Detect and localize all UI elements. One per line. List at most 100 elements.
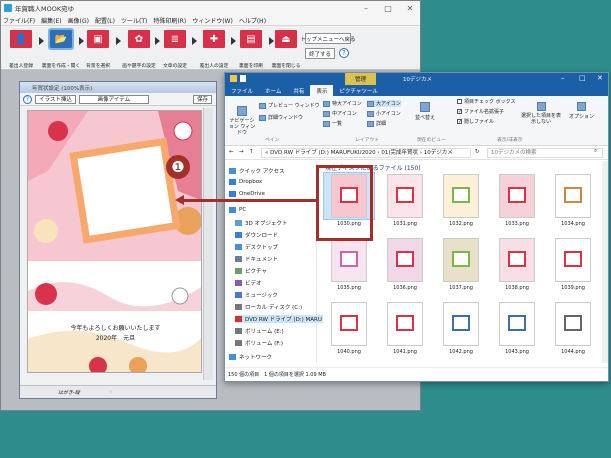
nav-item[interactable]: DVD RW ドライブ (D:) MARU	[235, 315, 323, 323]
step-open-back[interactable]: 📂 裏面を作成・開く	[41, 28, 81, 69]
postcard-canvas[interactable]: 今年もよろしくお願いいたします 2020年 元旦	[27, 110, 202, 373]
step-text[interactable]: ≣ 文章の設定	[155, 30, 195, 69]
navigation-pane: クイック アクセス Dropbox OneDrive PC 3D オブジェクト ダウンロー…	[225, 161, 323, 363]
quick-access-toolbar-icon[interactable]	[240, 75, 246, 82]
ribbon-tabs: ファイル ホーム 共有 表示 ピクチャツール	[225, 85, 608, 96]
file-tile[interactable]: 1042.png	[435, 301, 487, 355]
save-button[interactable]: 保存	[192, 94, 212, 104]
top-menu-button[interactable]: トップメニューへ戻る	[301, 33, 356, 44]
file-tile[interactable]: 1038.png	[491, 237, 543, 291]
vertical-scrollbar[interactable]	[203, 108, 213, 380]
maximize-button[interactable]: □	[579, 74, 586, 82]
step-sender-register[interactable]: 👤 差出人登録	[1, 30, 41, 69]
sender-icon: ✚	[203, 30, 225, 48]
nav-item[interactable]: デスクトップ	[235, 243, 278, 251]
nav-item-label: ミュージック	[245, 293, 278, 299]
details-pane-button[interactable]: 詳細ウィンドウ	[259, 114, 303, 121]
exit-button[interactable]: 終了する	[305, 48, 335, 59]
context-tab-manage[interactable]: 管理	[345, 73, 377, 85]
file-tile[interactable]: 1044.png	[547, 301, 599, 355]
menu-file[interactable]: ファイル(F)	[3, 16, 35, 25]
file-name: 1041.png	[393, 349, 417, 355]
nav-item[interactable]: 3D オブジェクト	[235, 219, 287, 227]
search-input[interactable]: 10デジカメの検索	[487, 148, 603, 158]
refresh-icon[interactable]: ↻	[475, 149, 480, 155]
insert-illustration-button[interactable]: イラスト挿込	[35, 94, 76, 104]
minimize-button[interactable]: –	[355, 1, 377, 15]
item-checkbox-toggle[interactable]: 項目チェック ボックス	[457, 98, 515, 105]
maximize-button[interactable]: □	[377, 1, 399, 15]
layout-xl-icons[interactable]: 特大アイコン	[323, 100, 362, 107]
file-tile[interactable]: 1031.png	[379, 173, 431, 227]
nav-item[interactable]: ビデオ	[235, 279, 262, 287]
menu-layout[interactable]: 配置(L)	[95, 16, 115, 25]
up-arrow-icon[interactable]: ↑	[249, 149, 254, 155]
step-print[interactable]: ▤ 裏面を印刷	[231, 30, 271, 69]
step-illustration[interactable]: ✿ 画や題字の設定	[119, 30, 159, 69]
file-tile[interactable]: 1032.png	[435, 173, 487, 227]
nav-item[interactable]: ネットワーク	[229, 353, 272, 361]
nav-item[interactable]: クイック アクセス	[229, 167, 284, 175]
tab-file[interactable]: ファイル	[225, 85, 259, 96]
navigation-pane-button[interactable]: ナビゲーション ウィンドウ	[228, 106, 256, 136]
close-button[interactable]: ✕	[399, 1, 421, 15]
menu-window[interactable]: ウィンドウ(W)	[192, 16, 233, 25]
menu-help[interactable]: ヘルプ(H)	[239, 16, 266, 25]
nav-item[interactable]: ピクチャ	[235, 267, 267, 275]
sort-icon	[420, 102, 430, 112]
minimize-button[interactable]: –	[561, 74, 565, 82]
menu-edit[interactable]: 編集(E)	[41, 16, 61, 25]
file-tile[interactable]: 1043.png	[491, 301, 543, 355]
nav-item[interactable]: PC	[229, 207, 246, 213]
file-tile[interactable]: 1034.png	[547, 173, 599, 227]
sort-button[interactable]: 並べ替え	[415, 102, 435, 121]
nav-item[interactable]: ミュージック	[235, 291, 278, 299]
layout-medium-icons[interactable]: 中アイコン	[323, 110, 357, 117]
file-tile[interactable]: 1036.png	[379, 237, 431, 291]
menu-image[interactable]: 画像(G)	[68, 16, 89, 25]
vertical-scrollbar[interactable]	[602, 161, 608, 363]
postcard-toolbar: ? イラスト挿込 画像アイテム 保存	[20, 93, 216, 106]
nav-item[interactable]: ダウンロード	[235, 231, 278, 239]
scroll-left-icon[interactable]: ‹	[110, 389, 112, 395]
file-tile[interactable]: 1035.png	[323, 237, 375, 291]
preview-pane-button[interactable]: プレビュー ウィンドウ	[259, 102, 320, 109]
file-tile[interactable]: 1040.png	[323, 301, 375, 355]
layout-small-icons[interactable]: 小アイコン	[367, 110, 401, 117]
menu-tools[interactable]: ツール(T)	[121, 16, 147, 25]
menu-special-print[interactable]: 特殊印刷(R)	[153, 16, 186, 25]
nav-item[interactable]: Dropbox	[229, 179, 262, 185]
thumbnail-frame	[548, 237, 598, 283]
help-icon[interactable]: ?	[23, 94, 32, 104]
nav-item[interactable]: OneDrive	[229, 191, 265, 197]
step-background[interactable]: ▣ 背景を選択	[78, 30, 118, 69]
file-tile[interactable]: 1039.png	[547, 237, 599, 291]
hidden-files-toggle[interactable]: ✓ 隠しファイル	[457, 118, 494, 125]
options-button[interactable]: オプション	[569, 102, 594, 120]
layout-details[interactable]: 詳細	[367, 120, 386, 127]
nav-item[interactable]: ドキュメント	[235, 255, 278, 263]
image-item-button[interactable]: 画像アイテム	[78, 94, 149, 104]
nav-item[interactable]: ボリューム (F:)	[235, 339, 283, 347]
image-thumbnail	[499, 174, 535, 218]
close-button[interactable]: ✕	[597, 74, 603, 82]
tab-share[interactable]: 共有	[287, 85, 310, 96]
forward-arrow-icon[interactable]: →	[239, 149, 244, 155]
preview-pane-icon	[259, 102, 266, 109]
nav-item[interactable]: ローカル ディスク (C:)	[235, 303, 302, 311]
file-tile[interactable]: 1037.png	[435, 237, 487, 291]
tab-view[interactable]: 表示	[310, 85, 334, 96]
file-tile[interactable]: 1033.png	[491, 173, 543, 227]
step-sender-settings[interactable]: ✚ 差出人の設定	[194, 30, 234, 69]
back-arrow-icon[interactable]: ←	[229, 149, 234, 155]
layout-list[interactable]: 一覧	[323, 120, 342, 127]
tab-home[interactable]: ホーム	[259, 85, 287, 96]
help-icon[interactable]: ?	[339, 48, 349, 58]
hide-selected-button[interactable]: 選択した項目を表示しない	[521, 102, 561, 125]
file-tile[interactable]: 1041.png	[379, 301, 431, 355]
layout-large-icons[interactable]: 大アイコン	[367, 100, 401, 107]
file-extension-toggle[interactable]: ✓ ファイル名拡張子	[457, 108, 504, 115]
address-path[interactable]: « DVD RW ドライブ (D:) MARUFUKU2020 › 01)完成年…	[261, 148, 471, 158]
nav-item[interactable]: ボリューム (E:)	[235, 327, 284, 335]
tab-picture-tools[interactable]: ピクチャツール	[333, 85, 383, 96]
